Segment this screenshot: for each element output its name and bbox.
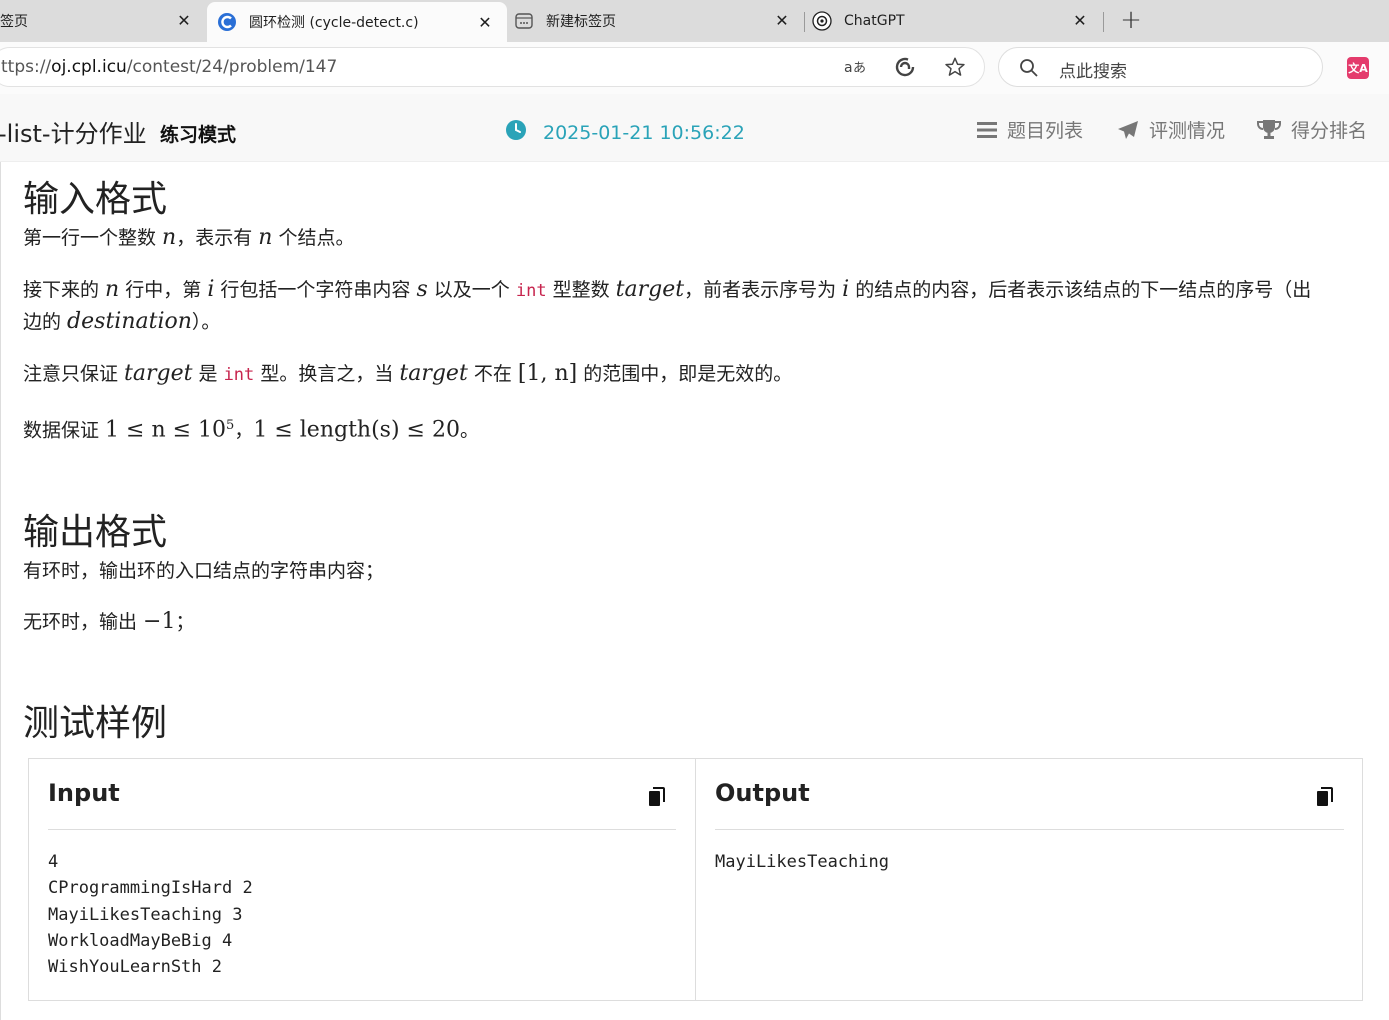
tab-label: 新建标签页 <box>546 14 616 30</box>
sample-output-content: MayiLikesTeaching <box>715 849 889 875</box>
copy-icon[interactable] <box>1316 787 1334 811</box>
favorite-star-icon[interactable] <box>942 54 968 80</box>
tab-divider <box>804 12 805 32</box>
contest-title[interactable]: -list-计分作业 <box>0 114 147 149</box>
sample-input-line: WorkloadMayBeBig 4 <box>48 930 233 951</box>
tab-label: 签页 <box>0 14 28 30</box>
svg-text:a: a <box>844 60 853 76</box>
sample-output-line: MayiLikesTeaching <box>715 852 889 872</box>
clock-icon <box>505 119 527 146</box>
tab-cycle-detect[interactable]: 圆环检测 (cycle-detect.c) ✕ <box>207 2 507 42</box>
copy-icon[interactable] <box>648 787 666 811</box>
new-tab-plus-icon[interactable]: + <box>1118 7 1144 34</box>
tab-label: 圆环检测 (cycle-detect.c) <box>249 15 419 31</box>
sample-input-title: Input <box>48 779 120 807</box>
practice-mode-label: 练习模式 <box>160 124 237 146</box>
nav-label: 得分排名 <box>1291 120 1368 142</box>
nav-ranking[interactable]: 得分排名 <box>1257 116 1367 143</box>
url-text[interactable]: ttps://oj.cpl.icu/contest/24/problem/147 <box>1 57 337 77</box>
search-box[interactable]: 点此搜索 <box>998 47 1323 87</box>
tab-new-tab[interactable]: 新建标签页 ✕ <box>514 0 804 42</box>
sample-output-title: Output <box>715 779 810 807</box>
search-icon <box>1019 58 1039 82</box>
close-icon[interactable]: ✕ <box>174 11 194 31</box>
sample-input-line: WishYouLearnSth 2 <box>48 957 222 978</box>
trophy-icon <box>1257 119 1281 141</box>
sample-input-box: Input 4 CProgrammingIsHard 2 MayiLikesTe… <box>29 759 696 1000</box>
close-icon[interactable]: ✕ <box>772 11 792 31</box>
edge-refresh-icon[interactable] <box>892 54 918 80</box>
output-format-heading: 输出格式 <box>23 512 168 553</box>
sample-io-panel: Input 4 CProgrammingIsHard 2 MayiLikesTe… <box>28 758 1363 1001</box>
problem-content: 输入格式 第一行一个整数 n，表示有 n 个结点。 接下来的 n 行中，第 i … <box>0 162 1389 1020</box>
clock-time: 2025-01-21 10:56:22 <box>543 121 745 144</box>
input-format-line-4: 数据保证 1 ≤ n ≤ 105，1 ≤ length(s) ≤ 20。 <box>23 417 479 443</box>
paper-plane-icon <box>1117 120 1139 140</box>
translate-extension-icon[interactable]: 文A <box>1347 57 1369 79</box>
input-format-heading: 输入格式 <box>23 179 168 220</box>
list-icon <box>977 121 997 139</box>
input-format-line-2: 接下来的 n 行中，第 i 行包括一个字符串内容 s 以及一个 int 型整数 … <box>23 277 1312 302</box>
inline-code: int <box>223 365 255 385</box>
sample-input-content: 4 CProgrammingIsHard 2 MayiLikesTeaching… <box>48 849 253 980</box>
svg-text:あ: あ <box>853 61 866 76</box>
divider <box>715 829 1344 830</box>
server-clock: 2025-01-21 10:56:22 <box>505 119 745 146</box>
tab-chatgpt[interactable]: ChatGPT ✕ <box>812 0 1102 42</box>
output-format-line-1: 有环时，输出环的入口结点的字符串内容； <box>23 560 385 582</box>
nav-problem-list[interactable]: 题目列表 <box>977 116 1083 143</box>
input-format-line-2-cont: 边的 destination）。 <box>23 309 221 334</box>
nav-judge-status[interactable]: 评测情况 <box>1117 116 1225 143</box>
inline-code: int <box>515 281 547 301</box>
close-icon[interactable]: ✕ <box>475 13 495 33</box>
tab-label: ChatGPT <box>844 13 905 29</box>
sample-input-line: 4 <box>48 852 59 872</box>
search-placeholder: 点此搜索 <box>1059 62 1127 82</box>
nav-label: 评测情况 <box>1149 120 1226 142</box>
browser-toolbar: ttps://oj.cpl.icu/contest/24/problem/147… <box>0 42 1389 94</box>
browser-tab-strip: 签页 ✕ 圆环检测 (cycle-detect.c) ✕ 新建标签页 ✕ Cha… <box>0 0 1389 42</box>
nav-label: 题目列表 <box>1007 120 1084 142</box>
output-format-line-2: 无环时，输出 −1； <box>23 609 195 634</box>
address-bar[interactable]: ttps://oj.cpl.icu/contest/24/problem/147 <box>0 47 985 87</box>
sample-heading: 测试样例 <box>23 703 168 744</box>
sample-input-line: MayiLikesTeaching 3 <box>48 904 243 925</box>
sample-output-box: Output MayiLikesTeaching <box>696 759 1362 1000</box>
read-aloud-icon[interactable]: aあ <box>842 54 868 80</box>
chatgpt-logo-icon <box>812 11 832 31</box>
tab-partial[interactable]: 签页 ✕ <box>0 0 206 42</box>
new-tab-page-icon <box>514 11 534 31</box>
input-format-line-1: 第一行一个整数 n，表示有 n 个结点。 <box>23 225 355 250</box>
divider <box>48 829 676 830</box>
site-navbar: -list-计分作业 练习模式 2025-01-21 10:56:22 题目列表… <box>0 94 1389 162</box>
input-format-line-3: 注意只保证 target 是 int 型。换言之，当 target 不在 [1,… <box>23 361 793 386</box>
tab-divider <box>1103 12 1104 32</box>
site-favicon-icon <box>217 12 237 32</box>
close-icon[interactable]: ✕ <box>1070 11 1090 31</box>
sample-input-line: CProgrammingIsHard 2 <box>48 878 253 899</box>
